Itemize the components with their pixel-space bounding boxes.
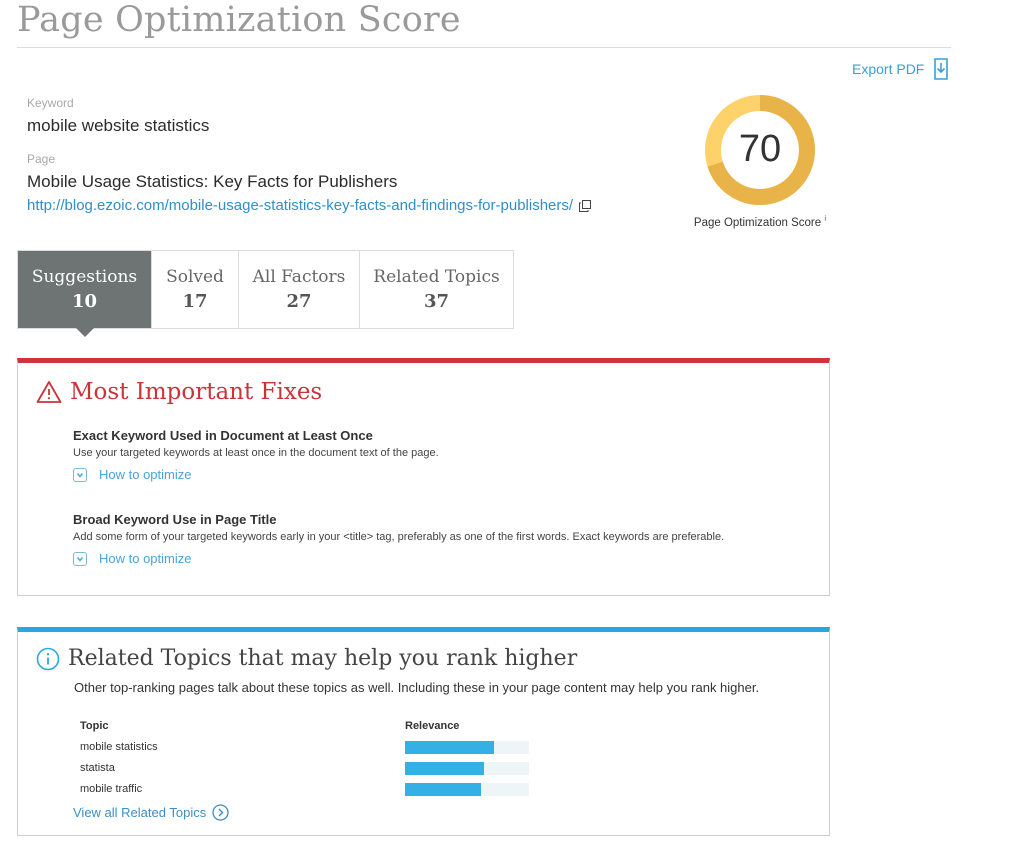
warning-icon bbox=[36, 381, 62, 403]
fix-item: Broad Keyword Use in Page Title Add some… bbox=[73, 512, 724, 566]
relevance-bar-fill bbox=[405, 762, 485, 775]
how-to-optimize-toggle[interactable]: How to optimize bbox=[73, 467, 439, 482]
topic-column-header: Topic bbox=[80, 720, 109, 732]
tab-solved[interactable]: Solved 17 bbox=[152, 251, 239, 328]
external-link-icon[interactable] bbox=[579, 199, 592, 212]
tab-count: 17 bbox=[182, 291, 208, 312]
fix-description: Add some form of your targeted keywords … bbox=[73, 531, 725, 543]
how-to-optimize-link[interactable]: How to optimize bbox=[99, 551, 191, 566]
fix-description: Use your targeted keywords at least once… bbox=[73, 447, 439, 459]
view-all-label: View all Related Topics bbox=[73, 805, 207, 820]
page-label: Page bbox=[27, 152, 56, 166]
tab-label: All Factors bbox=[252, 267, 346, 287]
export-pdf-label: Export PDF bbox=[852, 61, 925, 77]
fix-item: Exact Keyword Used in Document at Least … bbox=[73, 428, 439, 482]
tab-label: Suggestions bbox=[31, 267, 138, 287]
keyword-value: mobile website statistics bbox=[27, 116, 210, 135]
tab-count: 37 bbox=[423, 291, 450, 312]
tab-suggestions[interactable]: Suggestions 10 bbox=[18, 251, 152, 337]
how-to-optimize-toggle[interactable]: How to optimize bbox=[73, 551, 724, 566]
fixes-heading-text: Most Important Fixes bbox=[70, 379, 323, 405]
relevance-bar-fill bbox=[405, 783, 481, 796]
page-url-text: http://blog.ezoic.com/mobile-usage-stati… bbox=[27, 197, 574, 214]
fix-title: Broad Keyword Use in Page Title bbox=[73, 512, 277, 527]
relevance-bar bbox=[405, 762, 529, 775]
topics-subtitle: Other top-ranking pages talk about these… bbox=[74, 680, 760, 695]
tab-count: 27 bbox=[286, 291, 312, 312]
download-icon bbox=[934, 58, 949, 80]
score-widget: 70 Page Optimization Score i bbox=[690, 92, 830, 229]
tab-all-factors[interactable]: All Factors 27 bbox=[239, 251, 360, 328]
page-title-value: Mobile Usage Statistics: Key Facts for P… bbox=[27, 172, 398, 191]
relevance-bar-fill bbox=[405, 741, 495, 754]
expand-icon bbox=[73, 467, 87, 482]
fix-title: Exact Keyword Used in Document at Least … bbox=[73, 428, 373, 443]
relevance-bar bbox=[405, 783, 529, 796]
relevance-column-header: Relevance bbox=[405, 720, 460, 732]
export-pdf-button[interactable]: Export PDF bbox=[852, 58, 950, 80]
most-important-fixes-panel: Most Important Fixes Exact Keyword Used … bbox=[17, 358, 830, 596]
topic-name: mobile traffic bbox=[80, 783, 143, 795]
tab-related-topics[interactable]: Related Topics 37 bbox=[360, 251, 513, 328]
page-title: Page Optimization Score bbox=[17, 0, 461, 40]
info-circle-icon bbox=[36, 647, 60, 670]
score-caption: Page Optimization Score i bbox=[690, 214, 830, 229]
topic-name: mobile statistics bbox=[80, 741, 158, 753]
how-to-optimize-link[interactable]: How to optimize bbox=[99, 467, 191, 482]
info-icon[interactable]: i bbox=[824, 214, 826, 223]
chevron-right-circle-icon bbox=[212, 804, 229, 821]
keyword-label: Keyword bbox=[27, 96, 74, 110]
relevance-bar bbox=[405, 741, 529, 754]
score-value: 70 bbox=[738, 128, 782, 170]
title-divider bbox=[17, 47, 951, 48]
expand-icon bbox=[73, 551, 87, 566]
score-caption-text: Page Optimization Score bbox=[693, 216, 822, 229]
tab-count: 10 bbox=[71, 291, 98, 312]
fixes-heading: Most Important Fixes bbox=[36, 379, 322, 405]
topics-heading: Related Topics that may help you rank hi… bbox=[36, 646, 577, 671]
related-topics-panel: Related Topics that may help you rank hi… bbox=[17, 627, 830, 836]
topics-heading-text: Related Topics that may help you rank hi… bbox=[68, 646, 578, 671]
tab-label: Related Topics bbox=[373, 267, 500, 287]
page-url-link[interactable]: http://blog.ezoic.com/mobile-usage-stati… bbox=[27, 197, 592, 214]
tab-label: Solved bbox=[166, 267, 224, 287]
tab-bar: Suggestions 10 Solved 17 All Factors 27 … bbox=[17, 250, 514, 337]
view-all-related-topics-link[interactable]: View all Related Topics bbox=[73, 804, 229, 821]
topic-name: statista bbox=[80, 762, 115, 774]
